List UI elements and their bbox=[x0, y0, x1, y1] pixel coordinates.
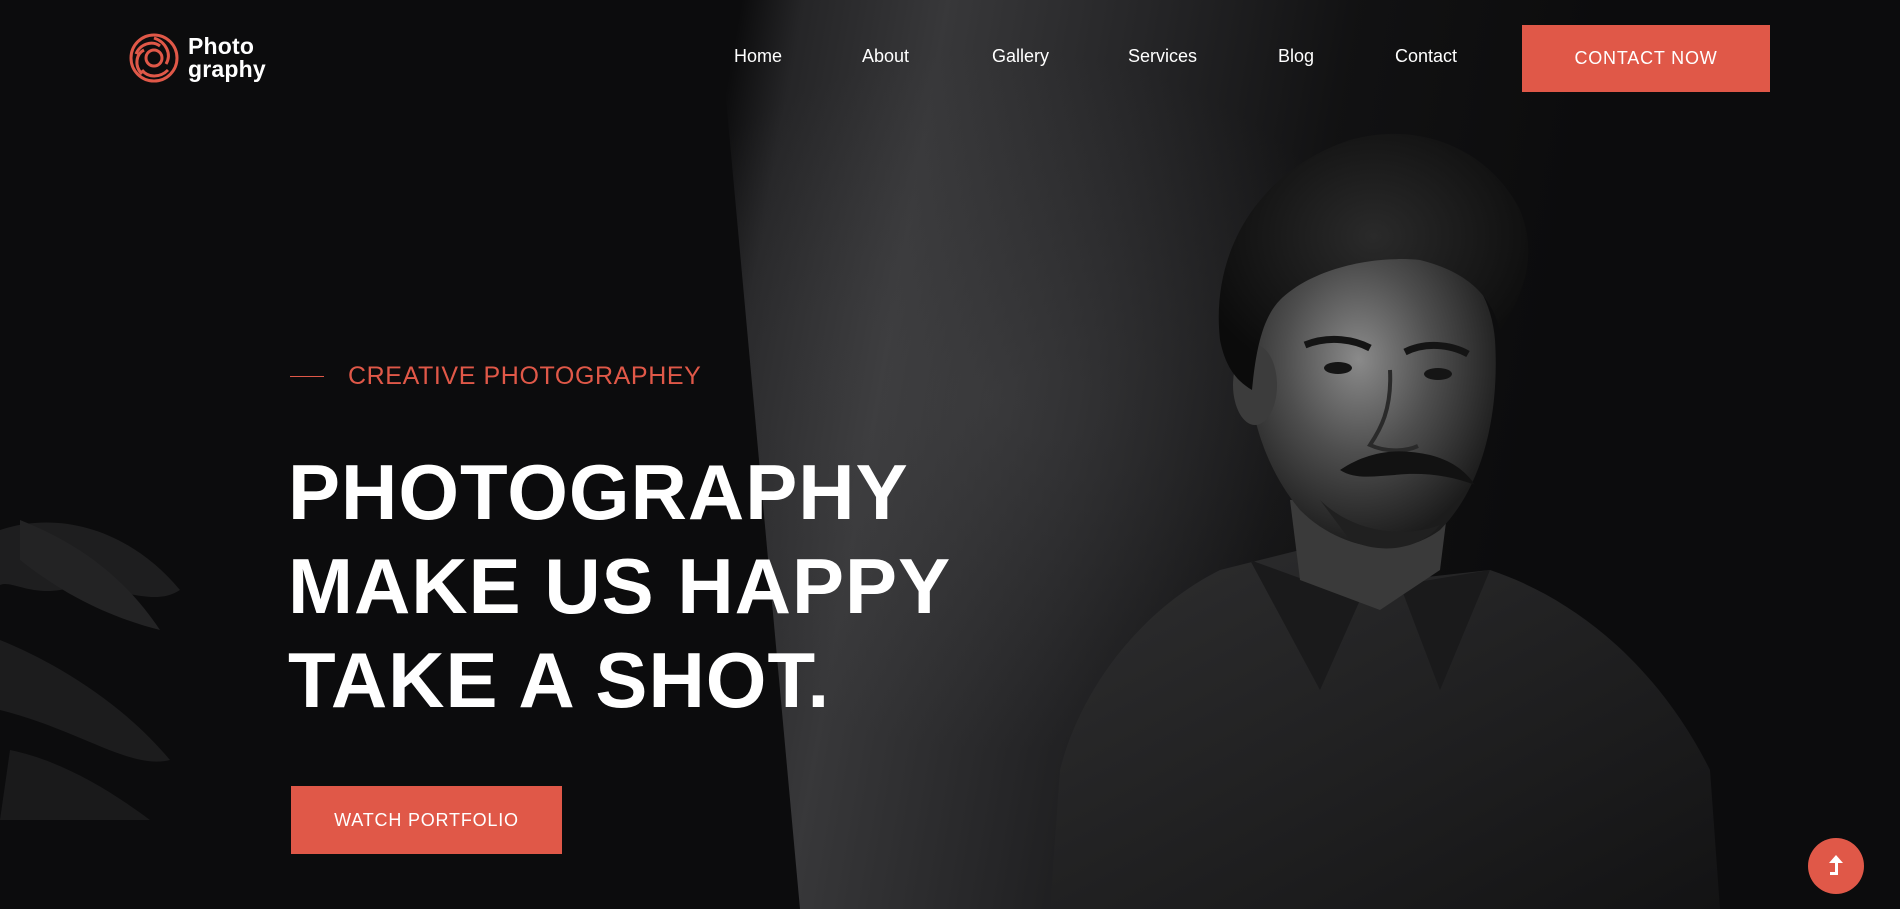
nav-item-contact[interactable]: Contact bbox=[1395, 46, 1457, 67]
hero-eyebrow: CREATIVE PHOTOGRAPHEY bbox=[290, 362, 701, 391]
headline-line-1: PHOTOGRAPHY bbox=[288, 448, 909, 536]
nav-item-services[interactable]: Services bbox=[1128, 46, 1197, 67]
nav-item-gallery[interactable]: Gallery bbox=[992, 46, 1049, 67]
contact-now-button[interactable]: CONTACT NOW bbox=[1522, 25, 1770, 92]
brand-logo[interactable]: Photo graphy bbox=[128, 32, 266, 84]
portrait-photo bbox=[1050, 133, 1720, 909]
arrow-up-icon bbox=[1829, 855, 1843, 875]
page: Photo graphy Home About Gallery Services… bbox=[0, 0, 1900, 909]
site-header: Photo graphy Home About Gallery Services… bbox=[0, 0, 1900, 115]
brand-name-line2: graphy bbox=[188, 56, 266, 82]
brush-stroke-decoration bbox=[0, 520, 180, 820]
aperture-swirl-icon bbox=[129, 33, 179, 83]
eyebrow-text: CREATIVE PHOTOGRAPHEY bbox=[348, 362, 702, 390]
nav-item-about[interactable]: About bbox=[862, 46, 909, 67]
nav-item-home[interactable]: Home bbox=[734, 46, 782, 67]
scroll-to-top-button[interactable] bbox=[1808, 838, 1864, 894]
eyebrow-divider bbox=[290, 376, 324, 377]
brand-name-line1: Photo bbox=[188, 33, 255, 59]
headline-line-3: TAKE A SHOT. bbox=[288, 636, 831, 724]
hero-headline: PHOTOGRAPHY MAKE US HAPPY TAKE A SHOT. bbox=[288, 445, 951, 727]
watch-portfolio-button[interactable]: WATCH PORTFOLIO bbox=[291, 786, 562, 854]
headline-line-2: MAKE US HAPPY bbox=[288, 542, 952, 630]
nav-item-blog[interactable]: Blog bbox=[1278, 46, 1314, 67]
brand-name: Photo graphy bbox=[188, 35, 266, 81]
